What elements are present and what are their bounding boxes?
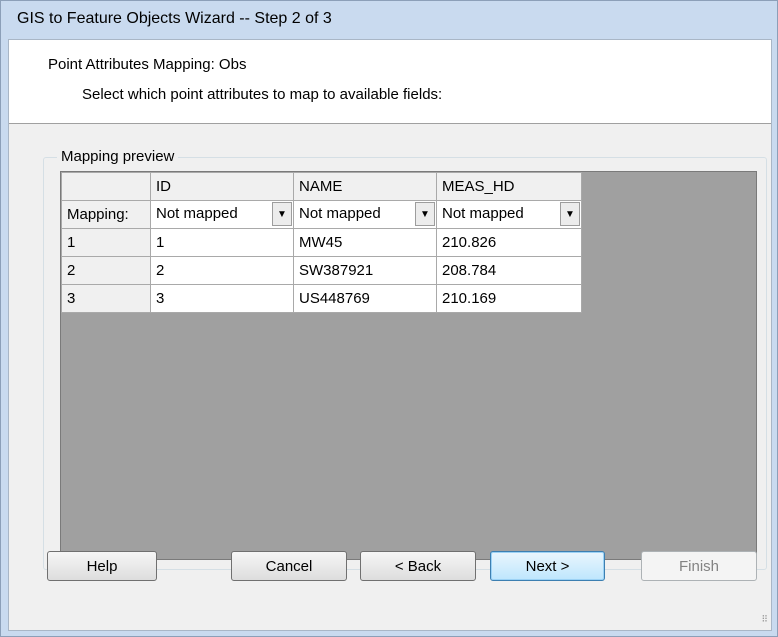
page-heading: Point Attributes Mapping: Obs bbox=[48, 56, 247, 73]
mapping-select-name[interactable]: Not mapped ▼ bbox=[293, 200, 437, 229]
table-row[interactable]: 2 2 SW387921 208.784 bbox=[61, 256, 582, 285]
row-header[interactable]: 2 bbox=[61, 256, 151, 285]
finish-button: Finish bbox=[641, 551, 757, 581]
table-cell[interactable]: 210.169 bbox=[436, 284, 582, 313]
table-cell[interactable]: 3 bbox=[150, 284, 294, 313]
back-button[interactable]: < Back bbox=[360, 551, 476, 581]
grid-corner-cell bbox=[61, 172, 151, 201]
mapping-preview-label: Mapping preview bbox=[57, 148, 179, 165]
mapping-row: Mapping: Not mapped ▼ Not mapped ▼ Not m… bbox=[61, 200, 582, 229]
mapping-select-value: Not mapped bbox=[156, 205, 238, 222]
table-row[interactable]: 1 1 MW45 210.826 bbox=[61, 228, 582, 257]
window-title: GIS to Feature Objects Wizard -- Step 2 … bbox=[17, 10, 332, 27]
mapping-select-meas-hd[interactable]: Not mapped ▼ bbox=[436, 200, 582, 229]
next-button[interactable]: Next > bbox=[490, 551, 605, 581]
chevron-down-icon[interactable]: ▼ bbox=[415, 202, 435, 226]
mapping-select-value: Not mapped bbox=[442, 205, 524, 222]
mapping-grid[interactable]: ID NAME MEAS_HD Mapping: Not mapped ▼ No… bbox=[60, 171, 757, 560]
cancel-button[interactable]: Cancel bbox=[231, 551, 347, 581]
mapping-select-value: Not mapped bbox=[299, 205, 381, 222]
page-subheading: Select which point attributes to map to … bbox=[82, 86, 443, 103]
table-cell[interactable]: 2 bbox=[150, 256, 294, 285]
chevron-down-icon[interactable]: ▼ bbox=[272, 202, 292, 226]
chevron-down-icon[interactable]: ▼ bbox=[560, 202, 580, 226]
table-cell[interactable]: 1 bbox=[150, 228, 294, 257]
grid-header-row: ID NAME MEAS_HD bbox=[61, 172, 582, 201]
table-row[interactable]: 3 3 US448769 210.169 bbox=[61, 284, 582, 313]
column-header-id[interactable]: ID bbox=[150, 172, 294, 201]
resize-grip-icon[interactable]: ⠿ bbox=[757, 615, 769, 628]
table-cell[interactable]: SW387921 bbox=[293, 256, 437, 285]
table-cell[interactable]: 210.826 bbox=[436, 228, 582, 257]
help-button[interactable]: Help bbox=[47, 551, 157, 581]
title-bar[interactable]: GIS to Feature Objects Wizard -- Step 2 … bbox=[1, 1, 777, 39]
wizard-window: GIS to Feature Objects Wizard -- Step 2 … bbox=[0, 0, 778, 637]
mapping-table: ID NAME MEAS_HD Mapping: Not mapped ▼ No… bbox=[61, 172, 582, 313]
wizard-header: Point Attributes Mapping: Obs Select whi… bbox=[9, 40, 771, 124]
column-header-meas-hd[interactable]: MEAS_HD bbox=[436, 172, 582, 201]
mapping-select-id[interactable]: Not mapped ▼ bbox=[150, 200, 294, 229]
table-cell[interactable]: 208.784 bbox=[436, 256, 582, 285]
wizard-client-area: Point Attributes Mapping: Obs Select whi… bbox=[8, 39, 772, 631]
table-cell[interactable]: US448769 bbox=[293, 284, 437, 313]
table-cell[interactable]: MW45 bbox=[293, 228, 437, 257]
mapping-row-label: Mapping: bbox=[61, 200, 151, 229]
column-header-name[interactable]: NAME bbox=[293, 172, 437, 201]
row-header[interactable]: 3 bbox=[61, 284, 151, 313]
row-header[interactable]: 1 bbox=[61, 228, 151, 257]
